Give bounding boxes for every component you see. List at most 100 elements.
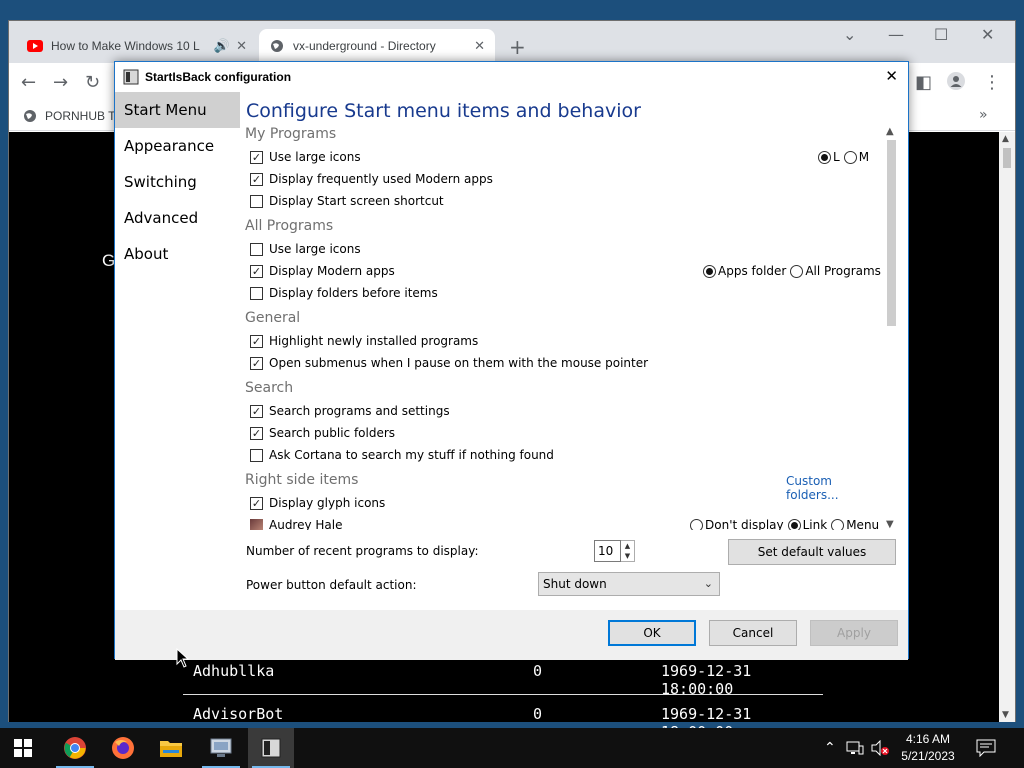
checkbox-unchecked[interactable] bbox=[250, 286, 263, 300]
back-icon[interactable]: ← bbox=[21, 72, 36, 93]
side-panel-icon[interactable]: ◧ bbox=[915, 72, 932, 93]
tab-close-icon[interactable]: ✕ bbox=[474, 38, 485, 54]
checkbox-checked[interactable]: ✓ bbox=[250, 264, 263, 278]
scroll-up-icon[interactable]: ▲ bbox=[1002, 134, 1009, 144]
ap-modern-apps-option[interactable]: ✓ Display Modern apps bbox=[250, 262, 395, 280]
chrome-icon bbox=[64, 737, 86, 759]
radio-unselected[interactable] bbox=[790, 264, 804, 278]
settings-scrollbar[interactable]: ▲ ▼ bbox=[883, 126, 899, 530]
option-label: Use large icons bbox=[269, 242, 361, 256]
ok-button[interactable]: OK bbox=[608, 620, 696, 646]
forward-icon[interactable]: → bbox=[53, 72, 68, 93]
search-cortana-option[interactable]: Ask Cortana to search my stuff if nothin… bbox=[250, 446, 554, 464]
radio-label-dont-display: Don't display bbox=[705, 518, 784, 530]
rs-user-item[interactable]: Audrey Hale bbox=[250, 516, 343, 530]
recent-programs-value[interactable]: 10 bbox=[594, 540, 621, 562]
chevron-down-icon: ⌄ bbox=[703, 577, 713, 590]
scroll-down-icon[interactable]: ▼ bbox=[886, 519, 894, 530]
taskbar-startisback[interactable] bbox=[248, 728, 294, 768]
close-icon[interactable]: ✕ bbox=[981, 25, 994, 44]
checkbox-unchecked[interactable] bbox=[250, 194, 263, 208]
taskbar-firefox[interactable] bbox=[100, 728, 146, 768]
speaker-icon[interactable]: 🔊 bbox=[214, 38, 230, 54]
nav-start-menu[interactable]: Start Menu bbox=[115, 92, 240, 128]
new-tab-button[interactable]: + bbox=[509, 35, 526, 59]
network-icon[interactable] bbox=[846, 728, 864, 768]
radio-selected[interactable] bbox=[787, 518, 801, 530]
system-clock[interactable]: 4:16 AM 5/21/2023 bbox=[888, 731, 968, 765]
scroll-thumb[interactable] bbox=[1003, 148, 1011, 168]
dialog-nav: Start Menu Appearance Switching Advanced… bbox=[115, 92, 240, 610]
stepper-up-icon[interactable]: ▲ bbox=[621, 541, 634, 551]
taskbar-control-panel[interactable] bbox=[198, 728, 244, 768]
dialog-title: StartIsBack configuration bbox=[145, 70, 292, 84]
more-bookmarks-icon[interactable]: » bbox=[979, 107, 988, 123]
nav-advanced[interactable]: Advanced bbox=[115, 200, 240, 236]
dir-name[interactable]: Adhubllka bbox=[193, 662, 274, 680]
show-hidden-icons[interactable]: ⌃ bbox=[824, 728, 836, 768]
nav-appearance[interactable]: Appearance bbox=[115, 128, 240, 164]
checkbox-unchecked[interactable] bbox=[250, 242, 263, 256]
recent-programs-stepper[interactable]: 10 ▲ ▼ bbox=[594, 540, 636, 562]
search-programs-option[interactable]: ✓ Search programs and settings bbox=[250, 402, 450, 420]
radio-selected[interactable] bbox=[818, 150, 831, 164]
ap-folders-before-option[interactable]: Display folders before items bbox=[250, 284, 438, 302]
rs-glyph-option[interactable]: ✓ Display glyph icons bbox=[250, 494, 385, 512]
start-button[interactable] bbox=[0, 728, 46, 768]
apply-button[interactable]: Apply bbox=[810, 620, 898, 646]
profile-icon[interactable] bbox=[947, 72, 965, 95]
scroll-up-icon[interactable]: ▲ bbox=[886, 126, 894, 137]
page-scrollbar[interactable]: ▲ ▼ bbox=[999, 132, 1015, 722]
radio-unselected[interactable] bbox=[690, 518, 703, 530]
bookmark-item[interactable]: PORNHUB T bbox=[23, 109, 115, 123]
checkbox-checked[interactable]: ✓ bbox=[250, 150, 263, 164]
tab-search-icon[interactable]: ⌄ bbox=[843, 25, 856, 44]
checkbox-checked[interactable]: ✓ bbox=[250, 172, 263, 186]
checkbox-checked[interactable]: ✓ bbox=[250, 496, 263, 510]
mp-start-shortcut-option[interactable]: Display Start screen shortcut bbox=[250, 192, 444, 210]
nav-switching[interactable]: Switching bbox=[115, 164, 240, 200]
dir-name[interactable]: AdvisorBot bbox=[193, 705, 283, 723]
checkbox-checked[interactable]: ✓ bbox=[250, 334, 263, 348]
nav-about[interactable]: About bbox=[115, 236, 240, 272]
ap-large-icons-option[interactable]: Use large icons bbox=[250, 240, 361, 258]
option-label: Display Modern apps bbox=[269, 264, 395, 278]
reload-icon[interactable]: ↻ bbox=[85, 72, 100, 93]
power-action-select[interactable]: Shut down ⌄ bbox=[538, 572, 720, 596]
menu-icon[interactable]: ⋮ bbox=[983, 72, 1001, 93]
radio-unselected[interactable] bbox=[831, 518, 845, 530]
minimize-icon[interactable]: — bbox=[888, 25, 904, 44]
checkbox-checked[interactable]: ✓ bbox=[250, 356, 263, 370]
tab-vx-underground[interactable]: vx-underground - Directory ✕ bbox=[259, 29, 495, 63]
gen-highlight-option[interactable]: ✓ Highlight newly installed programs bbox=[250, 332, 478, 350]
cancel-button[interactable]: Cancel bbox=[709, 620, 797, 646]
radio-selected[interactable] bbox=[703, 264, 716, 278]
radio-label-m: M bbox=[858, 150, 870, 164]
youtube-icon bbox=[27, 38, 43, 54]
notification-icon[interactable] bbox=[976, 728, 996, 768]
checkbox-unchecked[interactable] bbox=[250, 448, 263, 462]
scroll-down-icon[interactable]: ▼ bbox=[1002, 710, 1009, 720]
tab-title: How to Make Windows 10 L bbox=[51, 39, 200, 53]
custom-folders-link[interactable]: Custom folders... bbox=[786, 474, 883, 502]
taskbar-file-explorer[interactable] bbox=[148, 728, 194, 768]
scroll-thumb[interactable] bbox=[887, 140, 896, 326]
dir-count: 0 bbox=[533, 662, 543, 680]
volume-muted-icon[interactable] bbox=[870, 728, 890, 768]
set-default-button[interactable]: Set default values bbox=[728, 539, 896, 565]
globe-icon bbox=[24, 110, 36, 122]
mp-large-icons-option[interactable]: ✓ Use large icons bbox=[250, 148, 361, 166]
power-action-value: Shut down bbox=[543, 577, 607, 591]
stepper-down-icon[interactable]: ▼ bbox=[621, 551, 634, 561]
radio-unselected[interactable] bbox=[843, 150, 857, 164]
mp-modern-apps-option[interactable]: ✓ Display frequently used Modern apps bbox=[250, 170, 493, 188]
tab-close-icon[interactable]: ✕ bbox=[236, 38, 247, 54]
checkbox-checked[interactable]: ✓ bbox=[250, 404, 263, 418]
dialog-close-icon[interactable]: ✕ bbox=[885, 67, 898, 85]
gen-submenus-option[interactable]: ✓ Open submenus when I pause on them wit… bbox=[250, 354, 648, 372]
maximize-icon[interactable]: ☐ bbox=[934, 25, 948, 44]
taskbar-chrome[interactable] bbox=[52, 728, 98, 768]
tab-youtube[interactable]: How to Make Windows 10 L 🔊 ✕ bbox=[17, 29, 257, 63]
search-public-option[interactable]: ✓ Search public folders bbox=[250, 424, 395, 442]
checkbox-checked[interactable]: ✓ bbox=[250, 426, 263, 440]
